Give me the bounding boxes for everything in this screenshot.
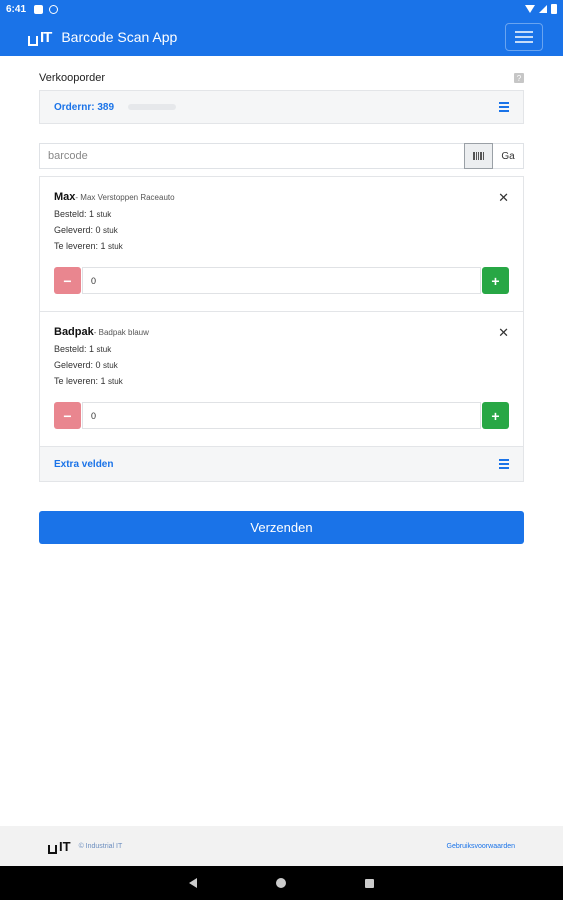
item-header: Max- Max Verstoppen Raceauto <box>54 191 509 203</box>
item-delivered: Geleverd: 0 stuk <box>54 360 118 370</box>
back-icon[interactable] <box>189 878 197 888</box>
main-content: Verkooporder ? Ordernr: 389 Ga Max- Max … <box>39 56 524 544</box>
submit-button[interactable]: Verzenden <box>39 511 524 544</box>
logo-mark-icon <box>48 844 57 854</box>
sales-order-title: Verkooporder <box>39 72 106 84</box>
item-to-deliver: Te leveren: 1 stuk <box>54 376 123 386</box>
notification-icon <box>34 4 44 14</box>
footer-copyright[interactable]: © Industrial IT <box>79 843 123 850</box>
wifi-icon <box>525 5 535 13</box>
footer-logo-text: IT <box>59 838 71 854</box>
extra-fields-label: Extra velden <box>54 458 114 470</box>
app-logo-text: IT <box>40 28 52 46</box>
barcode-icon <box>473 152 484 160</box>
quantity-input[interactable]: 0 <box>82 267 481 294</box>
app-title: Barcode Scan App <box>61 29 178 45</box>
signal-icon <box>539 5 547 13</box>
terms-link[interactable]: Gebruiksvoorwaarden <box>447 843 515 850</box>
barcode-input[interactable] <box>39 143 464 169</box>
order-status-pill <box>128 104 177 110</box>
order-number-label: Ordernr: 389 <box>54 101 115 113</box>
quantity-input[interactable]: 0 <box>82 402 481 429</box>
go-button[interactable]: Ga <box>493 143 524 169</box>
item-ordered: Besteld: 1 stuk <box>54 344 112 354</box>
item-name: Badpak <box>54 326 94 338</box>
hamburger-icon <box>515 31 533 33</box>
status-time: 6:41 <box>6 3 27 15</box>
sales-order-header: Verkooporder ? <box>39 72 524 84</box>
footer: IT © Industrial IT Gebruiksvoorwaarden <box>0 826 563 866</box>
item-ordered: Besteld: 1 stuk <box>54 209 112 219</box>
list-icon[interactable] <box>499 459 509 469</box>
remove-item-button[interactable]: ✕ <box>498 191 509 204</box>
system-nav-bar <box>0 866 563 900</box>
quantity-stepper: − 0 + <box>54 402 509 429</box>
remove-item-button[interactable]: ✕ <box>498 326 509 339</box>
item-delivered: Geleverd: 0 stuk <box>54 225 118 235</box>
decrease-quantity-button[interactable]: − <box>54 402 81 429</box>
home-icon[interactable] <box>276 878 286 888</box>
item-name: Max <box>54 191 76 203</box>
order-item: Badpak- Badpak blauw ✕ Besteld: 1 stuk G… <box>40 312 523 447</box>
order-item: Max- Max Verstoppen Raceauto ✕ Besteld: … <box>40 177 523 312</box>
increase-quantity-button[interactable]: + <box>482 402 509 429</box>
item-description: - Max Verstoppen Raceauto <box>75 193 175 202</box>
item-to-deliver: Te leveren: 1 stuk <box>54 241 123 251</box>
footer-logo: IT <box>48 839 71 854</box>
quantity-stepper: − 0 + <box>54 267 509 294</box>
list-icon[interactable] <box>499 102 509 112</box>
item-description: - Badpak blauw <box>93 328 149 337</box>
status-bar: 6:41 <box>0 0 563 18</box>
menu-toggle-button[interactable] <box>505 23 543 51</box>
decrease-quantity-button[interactable]: − <box>54 267 81 294</box>
sync-icon <box>49 4 59 14</box>
help-icon[interactable]: ? <box>514 73 524 83</box>
increase-quantity-button[interactable]: + <box>482 267 509 294</box>
battery-icon <box>551 4 557 14</box>
order-number-bar[interactable]: Ordernr: 389 <box>39 90 524 124</box>
recent-apps-icon[interactable] <box>365 878 374 888</box>
app-bar: IT Barcode Scan App <box>0 18 563 56</box>
scan-barcode-button[interactable] <box>464 143 493 169</box>
app-logo: IT <box>28 28 52 46</box>
barcode-row: Ga <box>39 143 524 169</box>
item-header: Badpak- Badpak blauw <box>54 326 509 338</box>
order-items-card: Max- Max Verstoppen Raceauto ✕ Besteld: … <box>39 176 524 482</box>
extra-fields-bar[interactable]: Extra velden <box>40 447 523 481</box>
logo-mark-icon <box>28 35 38 46</box>
